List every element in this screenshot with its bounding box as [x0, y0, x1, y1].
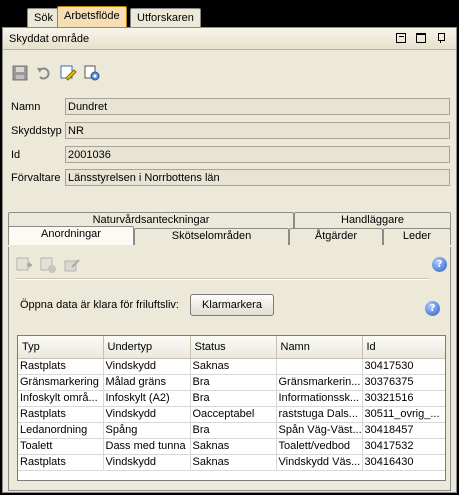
anordningar-table: Typ Undertyp Status Namn Id Rastplats Vi…	[17, 335, 446, 481]
table-cell: Oacceptabel	[190, 406, 277, 423]
table-cell: Dass med tunna	[103, 438, 191, 455]
table-cell: Informationssk...	[276, 390, 363, 407]
panel-header: Skyddat område	[3, 28, 456, 50]
table-cell: 30418457	[362, 422, 445, 439]
help-icon-2[interactable]: ?	[425, 301, 440, 316]
table-cell: Toalett/vedbod	[276, 438, 363, 455]
add-icon[interactable]	[15, 256, 33, 274]
tab-leder[interactable]: Leder	[383, 228, 451, 245]
table-cell: Bra	[190, 390, 277, 407]
table-cell: 30416430	[362, 454, 445, 471]
save-icon[interactable]	[11, 64, 29, 82]
tab-arbetsflode[interactable]: Arbetsflöde	[57, 6, 127, 27]
pin-icon[interactable]	[436, 33, 446, 43]
subtab-row-front: Anordningar Skötselområden Åtgärder Lede…	[8, 226, 451, 245]
id-label: Id	[11, 149, 21, 161]
table-cell	[276, 358, 363, 375]
table-cell: 30417532	[362, 438, 445, 455]
column-header[interactable]: Typ	[18, 336, 104, 359]
table-row[interactable]: Ledanordning Spång Bra Spån Väg-Väst... …	[18, 422, 445, 439]
separator	[15, 278, 429, 280]
panel-title: Skyddat område	[9, 33, 90, 45]
name-label: Namn	[11, 101, 41, 113]
table-row[interactable]: Toalett Dass med tunna Saknas Toalett/ve…	[18, 438, 445, 455]
table-cell: Målad gräns	[103, 374, 191, 391]
restore-icon[interactable]	[396, 33, 406, 43]
help-icon[interactable]: ?	[432, 257, 447, 272]
record-toolbar	[11, 64, 101, 82]
id-field[interactable]: 2001036	[65, 146, 450, 163]
table-cell: Vindskydd	[103, 454, 191, 471]
table-cell: Saknas	[190, 358, 277, 375]
anordningar-content: ? Öppna data är klara för friluftsliv: K…	[8, 247, 451, 491]
edit-row-icon[interactable]	[63, 256, 81, 274]
table-cell: Vindskydd	[103, 406, 191, 423]
table-row[interactable]: Rastplats Vindskydd Saknas 30417530	[18, 358, 445, 375]
tab-anordningar[interactable]: Anordningar	[8, 226, 134, 245]
table-cell: Vindskydd	[103, 358, 191, 375]
manager-label: Förvaltare	[11, 172, 61, 184]
remove-icon[interactable]	[39, 256, 57, 274]
table-cell: Gränsmarkerin...	[276, 374, 363, 391]
table-cell: Spån Väg-Väst...	[276, 422, 363, 439]
table-cell: Rastplats	[18, 358, 104, 375]
protection-type-field[interactable]: NR	[65, 122, 450, 139]
manager-field[interactable]: Länsstyrelsen i Norrbottens län	[65, 169, 450, 186]
edit-icon[interactable]	[59, 64, 77, 82]
column-header[interactable]: Id	[362, 336, 445, 359]
column-header[interactable]: Undertyp	[103, 336, 191, 359]
table-cell: Rastplats	[18, 454, 104, 471]
content-toolbar	[15, 256, 81, 274]
tab-utforskaren[interactable]: Utforskaren	[130, 8, 201, 27]
top-tab-bar: Sök Arbetsflöde Utforskaren	[0, 0, 459, 27]
klarmarkera-button[interactable]: Klarmarkera	[190, 294, 274, 316]
protection-type-label: Skyddstyp	[11, 125, 62, 137]
table-cell: 30511_ovrig_...	[362, 406, 445, 423]
view-icon[interactable]	[83, 64, 101, 82]
name-field[interactable]: Dundret	[65, 98, 450, 115]
table-cell: 30376375	[362, 374, 445, 391]
table-row[interactable]: Infoskylt områ... Infoskylt (A2) Bra Inf…	[18, 390, 445, 407]
table-cell: 30417530	[362, 358, 445, 375]
column-header[interactable]: Status	[190, 336, 277, 359]
tab-skotselomraden[interactable]: Skötselområden	[134, 228, 289, 245]
table-cell: Spång	[103, 422, 191, 439]
maximize-icon[interactable]	[416, 33, 426, 43]
tab-handlaggare[interactable]: Handläggare	[294, 212, 451, 229]
tab-atgarder[interactable]: Åtgärder	[289, 228, 383, 245]
table-row[interactable]: Rastplats Vindskydd Saknas Vindskydd Väs…	[18, 454, 445, 471]
table-row[interactable]: Rastplats Vindskydd Oacceptabel raststug…	[18, 406, 445, 423]
table-cell: Infoskylt (A2)	[103, 390, 191, 407]
table-cell: 30321516	[362, 390, 445, 407]
table-cell: Ledanordning	[18, 422, 104, 439]
table-cell: Vindskydd Väs...	[276, 454, 363, 471]
tab-sok[interactable]: Sök	[27, 8, 60, 27]
table-cell: Saknas	[190, 438, 277, 455]
table-row[interactable]: Gränsmarkering Målad gräns Bra Gränsmark…	[18, 374, 445, 391]
undo-icon[interactable]	[35, 64, 53, 82]
table-cell: Toalett	[18, 438, 104, 455]
table-cell: Saknas	[190, 454, 277, 471]
table-cell: Gränsmarkering	[18, 374, 104, 391]
column-header[interactable]: Namn	[276, 336, 363, 359]
table-cell: Infoskylt områ...	[18, 390, 104, 407]
open-data-label: Öppna data är klara för friluftsliv:	[20, 299, 179, 311]
protected-area-panel: Skyddat område Namn Dundret Skyddstyp NR…	[2, 27, 457, 493]
table-cell: Bra	[190, 422, 277, 439]
table-cell: Bra	[190, 374, 277, 391]
table-cell: Rastplats	[18, 406, 104, 423]
table-header: Typ Undertyp Status Namn Id	[18, 336, 445, 359]
table-cell: raststuga Dals...	[276, 406, 363, 423]
